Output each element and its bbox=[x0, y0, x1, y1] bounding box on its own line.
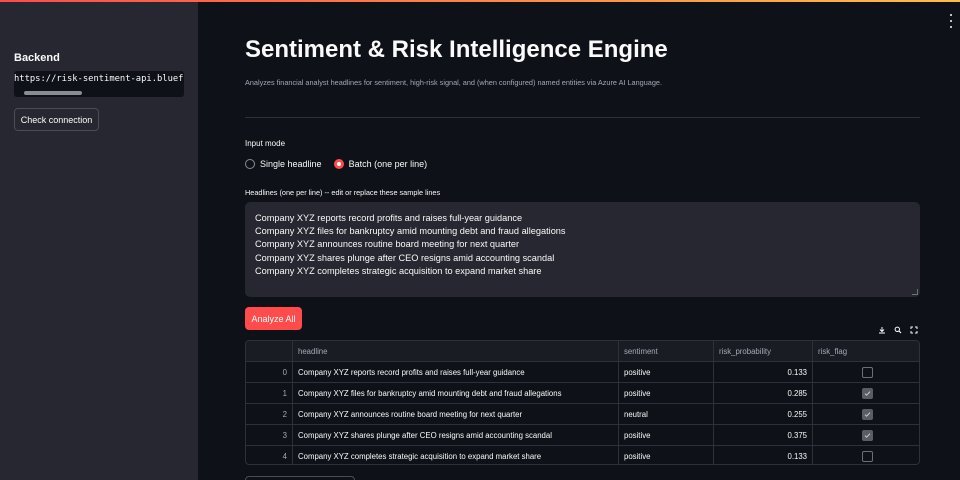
cell-headline[interactable]: Company XYZ reports record profits and r… bbox=[293, 362, 619, 383]
check-connection-button[interactable]: Check connection bbox=[14, 108, 99, 131]
radio-label: Single headline bbox=[260, 159, 322, 169]
cell-risk-flag[interactable] bbox=[813, 425, 919, 446]
radio-off-icon bbox=[245, 159, 255, 169]
divider bbox=[245, 117, 920, 118]
row-index: 1 bbox=[246, 383, 293, 404]
table-row[interactable]: 1 Company XYZ files for bankruptcy amid … bbox=[246, 383, 919, 404]
cell-headline[interactable]: Company XYZ shares plunge after CEO resi… bbox=[293, 425, 619, 446]
checkbox-icon[interactable] bbox=[861, 450, 873, 462]
backend-url-code[interactable]: https://risk-sentiment-api.blueflowering… bbox=[14, 71, 184, 97]
cell-risk-flag[interactable] bbox=[813, 446, 919, 464]
cell-risk-flag[interactable] bbox=[813, 362, 919, 383]
cell-risk-probability[interactable]: 0.133 bbox=[714, 446, 813, 464]
fullscreen-icon[interactable] bbox=[909, 325, 918, 334]
cell-sentiment[interactable]: positive bbox=[619, 425, 714, 446]
table-toolbar bbox=[877, 325, 918, 334]
table-row[interactable]: 3 Company XYZ shares plunge after CEO re… bbox=[246, 425, 919, 446]
checkbox-checked-icon[interactable] bbox=[861, 429, 873, 441]
checkbox-checked-icon[interactable] bbox=[861, 387, 873, 399]
cell-risk-probability[interactable]: 0.255 bbox=[714, 404, 813, 425]
analyze-all-button[interactable]: Analyze All bbox=[245, 307, 302, 330]
partial-button-below[interactable] bbox=[245, 476, 355, 480]
table-header-row: headline sentiment risk_probability risk… bbox=[246, 341, 919, 362]
header-sentiment[interactable]: sentiment bbox=[619, 341, 714, 362]
radio-single-headline[interactable]: Single headline bbox=[245, 159, 322, 169]
cell-sentiment[interactable]: positive bbox=[619, 383, 714, 404]
cell-risk-flag[interactable] bbox=[813, 383, 919, 404]
radio-label: Batch (one per line) bbox=[348, 159, 428, 169]
table-row[interactable]: 4 Company XYZ completes strategic acquis… bbox=[246, 446, 919, 464]
headlines-textarea[interactable]: Company XYZ reports record profits and r… bbox=[245, 202, 920, 297]
sidebar: Backend https://risk-sentiment-api.bluef… bbox=[0, 2, 198, 480]
sidebar-title: Backend bbox=[14, 52, 60, 64]
radio-on-icon bbox=[333, 159, 344, 169]
header-risk-probability[interactable]: risk_probability bbox=[714, 341, 813, 362]
table-row[interactable]: 0 Company XYZ reports record profits and… bbox=[246, 362, 919, 383]
cell-sentiment[interactable]: positive bbox=[619, 446, 714, 464]
checkbox-checked-icon[interactable] bbox=[861, 408, 873, 420]
table-row[interactable]: 2 Company XYZ announces routine board me… bbox=[246, 404, 919, 425]
cell-sentiment[interactable]: positive bbox=[619, 362, 714, 383]
main-content: Sentiment & Risk Intelligence Engine Ana… bbox=[245, 0, 920, 480]
page-title: Sentiment & Risk Intelligence Engine bbox=[245, 36, 668, 63]
cell-headline[interactable]: Company XYZ files for bankruptcy amid mo… bbox=[293, 383, 619, 404]
page-caption: Analyzes financial analyst headlines for… bbox=[245, 78, 662, 87]
backend-url-text: https://risk-sentiment-api.blueflowering… bbox=[14, 74, 184, 84]
search-icon[interactable] bbox=[893, 325, 902, 334]
download-icon[interactable] bbox=[877, 325, 886, 334]
row-index: 2 bbox=[246, 404, 293, 425]
headlines-label: Headlines (one per line) -- edit or repl… bbox=[245, 188, 441, 197]
cell-headline[interactable]: Company XYZ completes strategic acquisit… bbox=[293, 446, 619, 464]
code-scrollbar[interactable] bbox=[24, 91, 82, 95]
checkbox-icon[interactable] bbox=[861, 366, 873, 378]
cell-headline[interactable]: Company XYZ announces routine board meet… bbox=[293, 404, 619, 425]
input-mode-label: Input mode bbox=[245, 139, 286, 148]
cell-risk-flag[interactable] bbox=[813, 404, 919, 425]
radio-batch[interactable]: Batch (one per line) bbox=[333, 159, 428, 169]
row-index: 4 bbox=[246, 446, 293, 464]
main-menu-icon[interactable] bbox=[948, 14, 954, 28]
cell-risk-probability[interactable]: 0.375 bbox=[714, 425, 813, 446]
header-index bbox=[246, 341, 293, 362]
cell-risk-probability[interactable]: 0.133 bbox=[714, 362, 813, 383]
input-mode-radio-group: Single headline Batch (one per line) bbox=[245, 159, 427, 169]
row-index: 3 bbox=[246, 425, 293, 446]
cell-risk-probability[interactable]: 0.285 bbox=[714, 383, 813, 404]
header-risk-flag[interactable]: risk_flag bbox=[813, 341, 919, 362]
row-index: 0 bbox=[246, 362, 293, 383]
cell-sentiment[interactable]: neutral bbox=[619, 404, 714, 425]
results-table[interactable]: headline sentiment risk_probability risk… bbox=[245, 340, 920, 465]
header-headline[interactable]: headline bbox=[293, 341, 619, 362]
